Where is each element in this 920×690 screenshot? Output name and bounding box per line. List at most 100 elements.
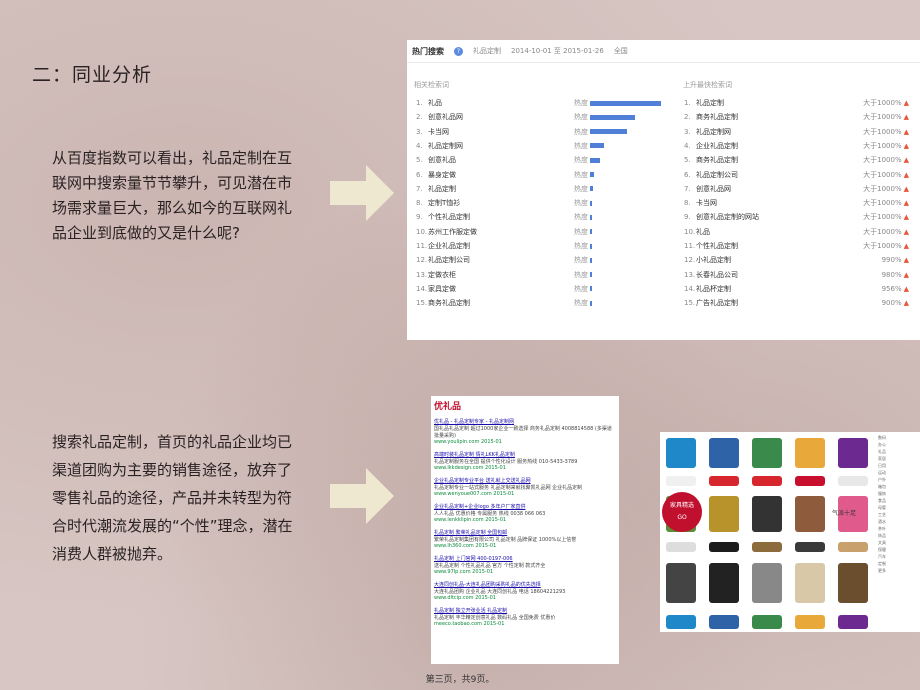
product-cell[interactable]: [660, 432, 703, 474]
product-cell[interactable]: [660, 612, 703, 632]
product-cell[interactable]: [788, 488, 831, 540]
category-item[interactable]: 汽车: [878, 553, 918, 560]
related-keyword-row[interactable]: 10. 苏州工作服定做 热度: [416, 225, 664, 239]
category-item[interactable]: 工艺: [878, 511, 918, 518]
category-item[interactable]: 饰品: [878, 532, 918, 539]
category-item[interactable]: 母婴: [878, 504, 918, 511]
category-item[interactable]: 食品: [878, 497, 918, 504]
product-cell[interactable]: [831, 540, 874, 554]
rising-keyword-row[interactable]: 7. 创意礼品网 大于1000% ▲: [684, 182, 918, 196]
search-result[interactable]: 礼品定制 上门官网 400-0197-006 送礼品定制 个性礼品礼品 官方 个性…: [434, 555, 616, 575]
related-keyword-row[interactable]: 14. 家具定做 热度: [416, 282, 664, 296]
result-title[interactable]: 礼品定制 独立开张业活 礼品定制: [434, 607, 616, 614]
product-cell[interactable]: [703, 612, 746, 632]
search-result[interactable]: 企业礼品定制专业平台 送礼就上交送礼品网 礼品定制专业一站式服务 礼品定制来就找聚…: [434, 477, 616, 497]
product-cell[interactable]: [831, 554, 874, 612]
search-result[interactable]: 高端时装礼品定制 情礼LKK礼品定制 礼品定制服务在全国 提供个性化设计 服务热线…: [434, 451, 616, 471]
product-cell[interactable]: [831, 612, 874, 632]
result-title[interactable]: 高端时装礼品定制 情礼LKK礼品定制: [434, 451, 616, 458]
related-keyword-row[interactable]: 8. 定制T恤衫 热度: [416, 196, 664, 210]
product-cell[interactable]: [660, 474, 703, 488]
result-title[interactable]: 企业礼品定制+企业logo 多年户厂家直供: [434, 503, 616, 510]
product-cell[interactable]: [788, 612, 831, 632]
category-item[interactable]: 户外: [878, 476, 918, 483]
related-keyword-row[interactable]: 9. 个性礼品定制 热度: [416, 210, 664, 224]
result-title[interactable]: 礼品定制 上门官网 400-0197-006: [434, 555, 616, 562]
category-item[interactable]: 礼品: [878, 448, 918, 455]
category-item[interactable]: 办公: [878, 441, 918, 448]
rising-keyword-row[interactable]: 14. 礼品杯定制 956% ▲: [684, 282, 918, 296]
related-keyword-row[interactable]: 12. 礼品定制公司 热度: [416, 253, 664, 267]
related-keyword-row[interactable]: 7. 礼品定制 热度: [416, 182, 664, 196]
product-thumb: [709, 562, 740, 604]
shop-banner[interactable]: 家具精选 GO: [662, 492, 702, 532]
product-cell[interactable]: [703, 432, 746, 474]
search-result[interactable]: 礼品定制 繁荣礼品定制 全国包邮 繁荣礼品定制集团有限公司 礼品定制 品牌保证 1…: [434, 529, 616, 549]
help-icon[interactable]: ?: [454, 46, 463, 56]
related-keyword-row[interactable]: 13. 定做衣柜 热度: [416, 268, 664, 282]
rising-keyword-row[interactable]: 5. 商务礼品定制 大于1000% ▲: [684, 153, 918, 167]
rising-keyword-row[interactable]: 1. 礼品定制 大于1000% ▲: [684, 96, 918, 110]
category-item[interactable]: 运动: [878, 469, 918, 476]
product-cell[interactable]: [703, 540, 746, 554]
product-cell[interactable]: [746, 474, 789, 488]
product-cell[interactable]: [788, 554, 831, 612]
search-result[interactable]: 大连同创礼品-大连礼品团购采购礼品的优先选择 大连礼品团购 企业礼品 大连同创礼品…: [434, 581, 616, 601]
related-keyword-row[interactable]: 5. 创意礼品 热度: [416, 153, 664, 167]
related-keyword-row[interactable]: 2. 创意礼品网 热度: [416, 110, 664, 124]
search-result[interactable]: 优礼品 - 礼品定制专家 - 礼品定制网 国礼品礼品定制 超过1000家企业一致选…: [434, 418, 616, 445]
result-title[interactable]: 优礼品 - 礼品定制专家 - 礼品定制网: [434, 418, 616, 425]
product-cell[interactable]: [831, 474, 874, 488]
category-item[interactable]: 更多: [878, 567, 918, 574]
result-title[interactable]: 大连同创礼品-大连礼品团购采购礼品的优先选择: [434, 581, 616, 588]
product-cell[interactable]: [660, 540, 703, 554]
category-item[interactable]: 数码: [878, 434, 918, 441]
category-item[interactable]: 服饰: [878, 490, 918, 497]
rising-keyword-row[interactable]: 12. 小礼品定制 990% ▲: [684, 253, 918, 267]
rising-keyword-row[interactable]: 15. 广告礼品定制 900% ▲: [684, 296, 918, 310]
product-cell[interactable]: [788, 432, 831, 474]
product-cell[interactable]: [746, 540, 789, 554]
product-cell[interactable]: [746, 432, 789, 474]
product-cell[interactable]: [703, 474, 746, 488]
rising-keyword-row[interactable]: 8. 卡当网 大于1000% ▲: [684, 196, 918, 210]
category-item[interactable]: 文具: [878, 539, 918, 546]
related-keyword-row[interactable]: 3. 卡当网 热度: [416, 125, 664, 139]
category-item[interactable]: 定制: [878, 560, 918, 567]
search-result[interactable]: 礼品定制 独立开张业活 礼品定制 礼品定制 丰华精定创意礼品 数码礼品 全国免费 …: [434, 607, 616, 627]
related-keyword-row[interactable]: 1. 礼品 热度: [416, 96, 664, 110]
category-item[interactable]: 家居: [878, 455, 918, 462]
product-cell[interactable]: [703, 488, 746, 540]
rising-keyword-row[interactable]: 6. 礼品定制公司 大于1000% ▲: [684, 168, 918, 182]
category-item[interactable]: 茶叶: [878, 525, 918, 532]
arrow-up-icon: ▲: [903, 213, 909, 222]
result-title[interactable]: 企业礼品定制专业平台 送礼就上交送礼品网: [434, 477, 616, 484]
product-cell[interactable]: [746, 612, 789, 632]
rank-number: 3.: [684, 127, 691, 136]
rising-keyword-row[interactable]: 9. 创意礼品定制的网站 大于1000% ▲: [684, 210, 918, 224]
rising-keyword-row[interactable]: 13. 长春礼品公司 980% ▲: [684, 268, 918, 282]
rising-keyword-row[interactable]: 11. 个性礼品定制 大于1000% ▲: [684, 239, 918, 253]
related-keyword-row[interactable]: 4. 礼品定制网 热度: [416, 139, 664, 153]
rising-keyword-row[interactable]: 2. 商务礼品定制 大于1000% ▲: [684, 110, 918, 124]
product-cell[interactable]: [831, 432, 874, 474]
product-cell[interactable]: [788, 540, 831, 554]
result-title[interactable]: 礼品定制 繁荣礼品定制 全国包邮: [434, 529, 616, 536]
related-keyword-row[interactable]: 15. 商务礼品定制 热度: [416, 296, 664, 310]
category-item[interactable]: 保健: [878, 546, 918, 553]
product-cell[interactable]: [746, 488, 789, 540]
product-cell[interactable]: [703, 554, 746, 612]
product-cell[interactable]: [660, 554, 703, 612]
product-cell[interactable]: [788, 474, 831, 488]
category-item[interactable]: 箱包: [878, 483, 918, 490]
shop-promo[interactable]: 气派十足: [832, 508, 856, 517]
product-cell[interactable]: [746, 554, 789, 612]
category-item[interactable]: 酒水: [878, 518, 918, 525]
related-keyword-row[interactable]: 6. 暴身定做 热度: [416, 168, 664, 182]
search-result[interactable]: 企业礼品定制+企业logo 多年户厂家直供 人人礼品 优惠价格 专属服务 热线 0…: [434, 503, 616, 523]
category-item[interactable]: 日用: [878, 462, 918, 469]
rising-keyword-row[interactable]: 10. 礼品 大于1000% ▲: [684, 225, 918, 239]
rising-keyword-row[interactable]: 3. 礼品定制网 大于1000% ▲: [684, 125, 918, 139]
rising-keyword-row[interactable]: 4. 企业礼品定制 大于1000% ▲: [684, 139, 918, 153]
related-keyword-row[interactable]: 11. 企业礼品定制 热度: [416, 239, 664, 253]
